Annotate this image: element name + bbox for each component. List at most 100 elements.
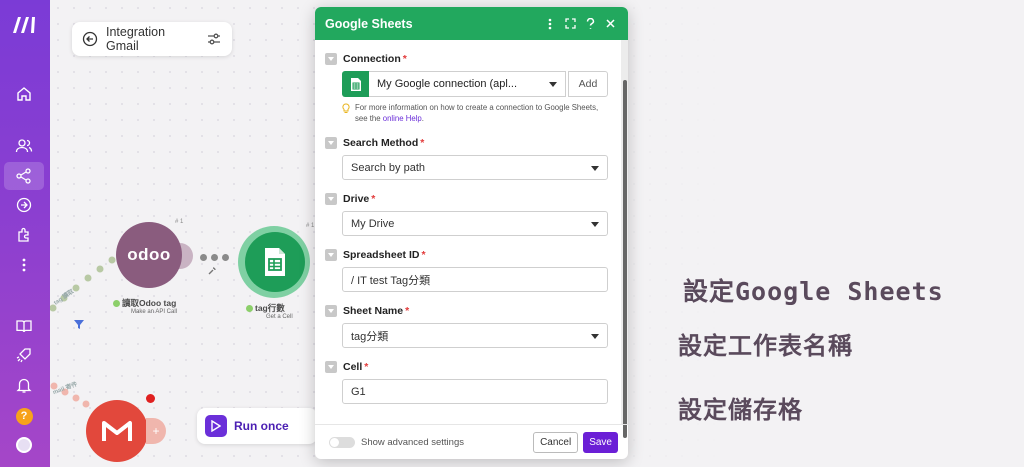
sidebar-item-scenarios[interactable] — [4, 162, 44, 190]
advanced-settings-label[interactable]: Show advanced settings — [361, 437, 533, 448]
team-icon — [15, 139, 33, 153]
add-connection-button[interactable]: Add — [568, 71, 608, 97]
expand-icon — [564, 18, 576, 29]
spreadsheet-id-value: / IT test Tag分類 — [351, 274, 431, 287]
run-once-label[interactable]: Run once — [234, 419, 289, 433]
search-method-value: Search by path — [351, 161, 425, 174]
collapse-toggle-icon[interactable] — [325, 53, 337, 65]
sheet-name-select[interactable]: tag分類 — [342, 323, 608, 348]
status-dot — [113, 300, 120, 308]
rocket-icon — [16, 348, 31, 363]
dialog-close-button[interactable] — [600, 14, 620, 34]
scenario-title[interactable]: Integration Gmail — [106, 25, 198, 53]
drive-label: Drive — [343, 193, 370, 205]
status-dot — [246, 305, 253, 313]
wrench-icon[interactable] — [207, 266, 217, 276]
more-icon — [22, 258, 26, 272]
sheet-name-label: Sheet Name — [343, 305, 404, 317]
sheets-node-sub: Get a Cell — [266, 314, 293, 320]
connection-hint-text: For more information on how to create a … — [355, 102, 608, 124]
annotation-google-sheets: 設定Google Sheets — [679, 272, 948, 308]
online-help-link[interactable]: online Help — [383, 114, 422, 123]
google-sheets-icon — [342, 71, 369, 97]
home-icon — [17, 87, 31, 101]
cell-input[interactable]: G1 — [342, 379, 608, 404]
collapse-toggle-icon[interactable] — [325, 249, 337, 261]
close-icon — [605, 19, 615, 28]
gmail-icon — [102, 421, 132, 441]
sheets-module[interactable] — [245, 232, 305, 292]
play-icon — [211, 420, 221, 432]
connection-hint: For more information on how to create a … — [342, 102, 608, 124]
run-once-panel: Run once — [197, 408, 317, 444]
sheets-node-number: # 1 — [306, 223, 315, 229]
required-marker: * — [421, 249, 426, 261]
scenario-title-card: Integration Gmail — [72, 22, 232, 56]
drive-select[interactable]: My Drive — [342, 211, 608, 236]
search-method-select[interactable]: Search by path — [342, 155, 608, 180]
connection-label: Connection — [343, 53, 401, 65]
collapse-toggle-icon[interactable] — [325, 137, 337, 149]
dialog-menu-button[interactable] — [540, 14, 560, 34]
cancel-button[interactable]: Cancel — [533, 431, 579, 453]
sliders-icon[interactable] — [206, 31, 222, 47]
make-logo-icon[interactable] — [11, 15, 39, 35]
sidebar: ? — [0, 0, 50, 467]
dialog-expand-button[interactable] — [560, 14, 580, 34]
dialog-body[interactable]: Connection * My Google connection (apl...… — [315, 40, 621, 424]
connection-row: My Google connection (apl... Add — [342, 71, 608, 97]
sheets-node-label: tag行數 — [246, 302, 285, 314]
dialog-header: Google Sheets — [315, 7, 628, 40]
bell-icon — [16, 378, 32, 393]
sidebar-item-notifications[interactable] — [4, 371, 44, 399]
connector-dot — [211, 254, 218, 261]
sheet-name-value: tag分類 — [351, 330, 389, 343]
sidebar-item-help[interactable]: ? — [4, 402, 44, 430]
connector-dot — [222, 254, 229, 261]
odoo-logo: odoo — [127, 245, 171, 264]
templates-icon — [16, 197, 32, 213]
hint-end: . — [421, 114, 424, 123]
connection-field-label: Connection * — [325, 53, 608, 65]
connection-value: My Google connection (apl... — [377, 78, 518, 90]
run-once-button[interactable] — [205, 415, 227, 437]
sidebar-item-apps[interactable] — [4, 221, 44, 249]
apps-icon — [18, 227, 29, 242]
odoo-node-label: 讀取Odoo tag — [113, 297, 176, 309]
gmail-module[interactable] — [86, 400, 148, 462]
odoo-node-label-text: 讀取Odoo tag — [122, 298, 177, 308]
sidebar-item-whats-new[interactable] — [4, 341, 44, 369]
dialog-scrollbar[interactable] — [621, 40, 628, 438]
avatar — [16, 437, 32, 453]
sidebar-item-more[interactable] — [4, 251, 44, 279]
vertical-dots-icon — [548, 18, 552, 29]
sidebar-item-home[interactable] — [4, 80, 44, 108]
question-icon — [586, 17, 594, 29]
collapse-toggle-icon[interactable] — [325, 361, 337, 373]
odoo-module[interactable]: odoo — [116, 222, 182, 288]
search-method-field-label: Search Method * — [325, 137, 608, 149]
back-arrow-icon[interactable] — [82, 31, 98, 47]
required-marker: * — [371, 193, 376, 205]
help-icon: ? — [15, 407, 33, 425]
sidebar-item-team[interactable] — [4, 132, 44, 160]
dialog-help-button[interactable] — [580, 14, 600, 34]
scrollbar-thumb[interactable] — [623, 80, 627, 438]
sidebar-item-templates[interactable] — [4, 191, 44, 219]
save-button[interactable]: Save — [583, 431, 618, 453]
odoo-node-sub: Make an API Call — [131, 309, 178, 315]
odoo-node-number: # 1 — [175, 219, 184, 225]
dialog-title: Google Sheets — [325, 16, 413, 31]
chevron-down-icon — [591, 222, 599, 227]
collapse-toggle-icon[interactable] — [325, 193, 337, 205]
sidebar-item-profile[interactable] — [4, 431, 44, 459]
spreadsheet-id-field-label: Spreadsheet ID * — [325, 249, 608, 261]
module-settings-dialog: Google Sheets Connection * My Google conn… — [315, 7, 628, 459]
collapse-toggle-icon[interactable] — [325, 305, 337, 317]
connection-select[interactable]: My Google connection (apl... — [369, 71, 566, 97]
scenarios-icon — [16, 168, 31, 184]
filter-icon[interactable] — [73, 318, 85, 330]
spreadsheet-id-input[interactable]: / IT test Tag分類 — [342, 267, 608, 292]
sidebar-item-docs[interactable] — [4, 312, 44, 340]
advanced-settings-toggle[interactable] — [329, 436, 355, 448]
